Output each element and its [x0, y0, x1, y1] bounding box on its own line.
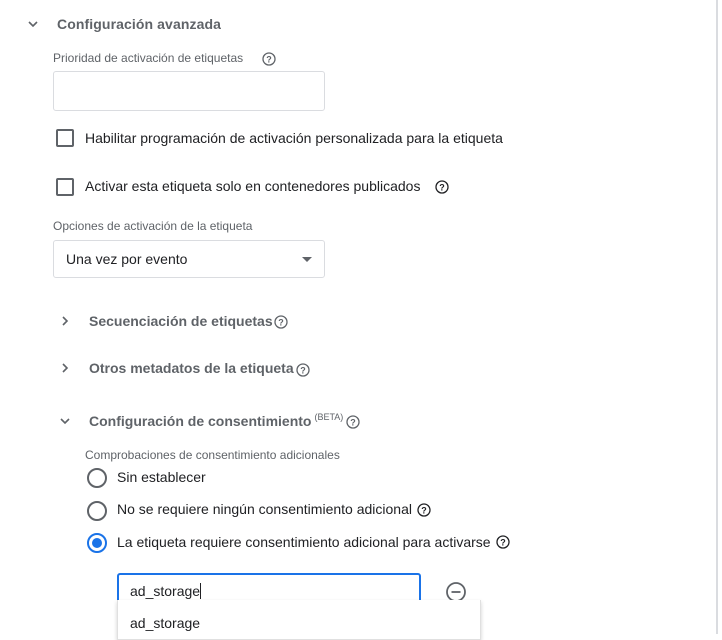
- help-icon[interactable]: ?: [346, 415, 360, 429]
- radio-requires-additional-consent[interactable]: [87, 533, 107, 553]
- radio-not-set[interactable]: [87, 468, 107, 488]
- chevron-down-icon[interactable]: [26, 17, 40, 31]
- panel-right-border: [716, 0, 718, 634]
- advanced-settings-title[interactable]: Configuración avanzada: [57, 16, 221, 32]
- help-icon[interactable]: ?: [417, 503, 431, 517]
- firing-options-select[interactable]: Una vez por evento: [53, 240, 325, 278]
- text-cursor: [200, 583, 202, 599]
- consent-settings-label: Configuración de consentimiento: [89, 413, 312, 429]
- svg-text:?: ?: [500, 537, 506, 547]
- published-only-label: Activar esta etiqueta solo en contenedor…: [85, 178, 421, 194]
- consent-settings-title[interactable]: Configuración de consentimiento (BETA): [89, 412, 344, 429]
- priority-label: Prioridad de activación de etiquetas: [53, 51, 244, 65]
- radio-no-additional-consent[interactable]: [87, 501, 107, 521]
- tag-sequencing-title[interactable]: Secuenciación de etiquetas: [89, 313, 273, 329]
- svg-text:?: ?: [350, 417, 356, 427]
- autocomplete-dropdown: ad_storage: [117, 600, 481, 640]
- chevron-right-icon[interactable]: [58, 314, 72, 328]
- radio-no-additional-consent-label: No se requiere ningún consentimiento adi…: [117, 501, 412, 517]
- svg-text:?: ?: [300, 365, 306, 375]
- consent-checks-label: Comprobaciones de consentimiento adicion…: [85, 448, 340, 462]
- help-icon[interactable]: ?: [274, 315, 288, 329]
- svg-text:?: ?: [421, 505, 427, 515]
- help-icon[interactable]: ?: [296, 363, 310, 377]
- published-only-checkbox[interactable]: [56, 178, 74, 196]
- priority-input[interactable]: [53, 71, 325, 111]
- svg-text:?: ?: [278, 317, 284, 327]
- chevron-down-icon[interactable]: [58, 414, 72, 428]
- firing-options-value: Una vez por evento: [66, 251, 188, 267]
- tag-metadata-title[interactable]: Otros metadatos de la etiqueta: [89, 360, 294, 376]
- dropdown-arrow-icon: [302, 257, 312, 262]
- custom-schedule-checkbox[interactable]: [56, 129, 74, 147]
- chevron-right-icon[interactable]: [58, 361, 72, 375]
- firing-options-label: Opciones de activación de la etiqueta: [53, 219, 253, 233]
- help-icon[interactable]: ?: [435, 180, 449, 194]
- radio-requires-additional-consent-label: La etiqueta requiere consentimiento adic…: [117, 534, 491, 550]
- svg-text:?: ?: [266, 54, 272, 64]
- consent-type-value: ad_storage: [130, 583, 201, 599]
- help-icon[interactable]: ?: [262, 52, 276, 66]
- custom-schedule-label: Habilitar programación de activación per…: [85, 130, 503, 146]
- radio-not-set-label: Sin establecer: [117, 469, 206, 485]
- help-icon[interactable]: ?: [496, 535, 510, 549]
- autocomplete-option[interactable]: ad_storage: [130, 615, 200, 631]
- svg-text:?: ?: [439, 182, 445, 192]
- beta-badge: (BETA): [314, 412, 344, 422]
